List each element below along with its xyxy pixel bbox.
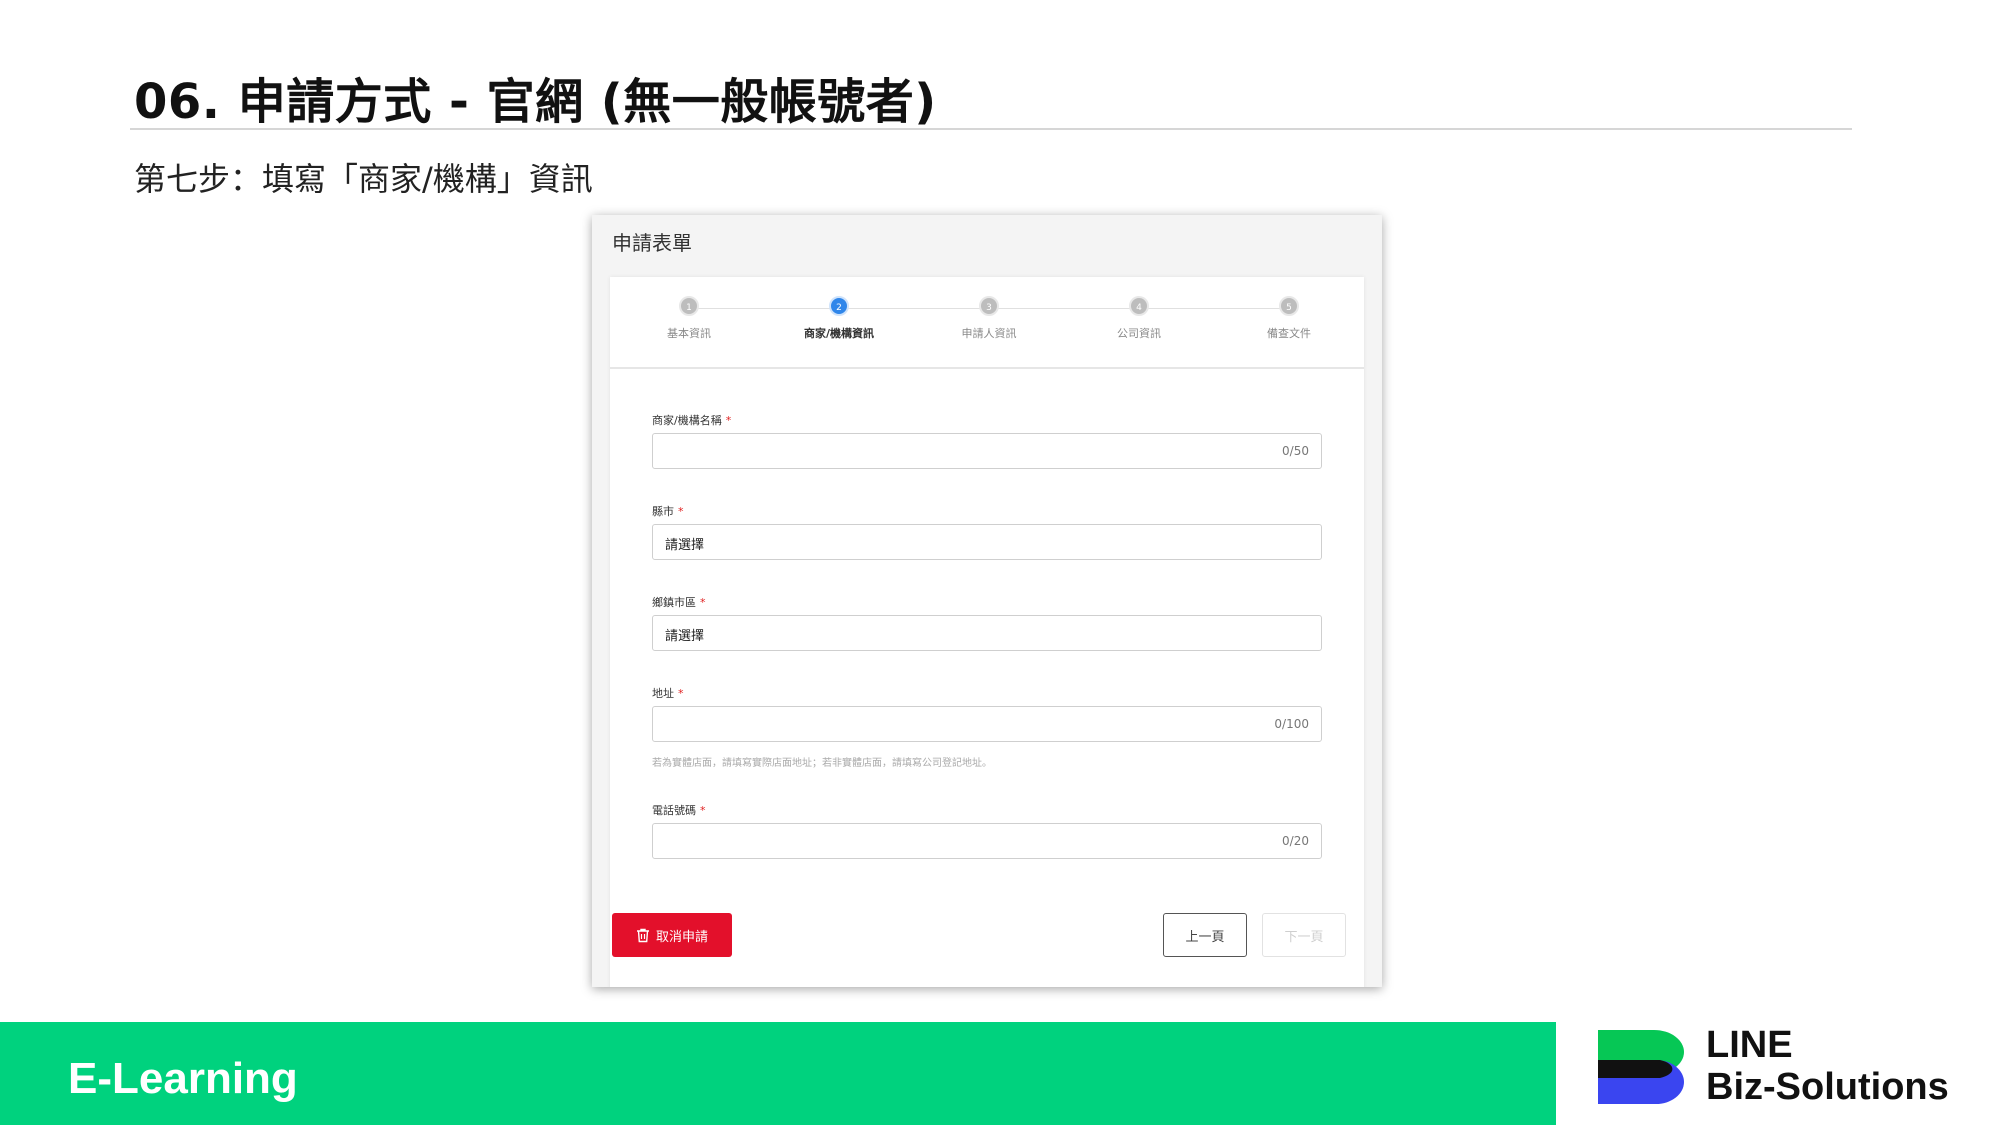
cancel-application-button[interactable]: 取消申請 [612,913,732,957]
step-label: 商家/機構資訊 [803,327,875,340]
phone-label: 電話號碼 * [652,804,706,817]
slide-title: 06. 申請方式 - 官網 (無一般帳號者) [134,74,937,130]
address-input[interactable]: 0/100 [652,706,1322,742]
step-number-2: 2 [829,296,849,316]
step-documents: 5 備查文件 [1214,296,1364,341]
district-select[interactable]: 請選擇 [652,615,1322,651]
slide-subtitle: 第七步：填寫「商家/機構」資訊 [134,160,593,198]
step-label: 公司資訊 [1117,327,1161,340]
step-number-1: 1 [679,296,699,316]
required-mark: * [700,596,706,609]
city-select[interactable]: 請選擇 [652,524,1322,560]
step-number-4: 4 [1129,296,1149,316]
step-number-3: 3 [979,296,999,316]
brand-line-1: LINE [1706,1024,1793,1066]
merchant-name-label: 商家/機構名稱 * [652,414,732,427]
step-merchant-info: 2 商家/機構資訊 [764,296,914,341]
brand-wordmark: LINE Biz-Solutions [1706,1024,1949,1108]
form-header: 申請表單 [612,231,692,255]
brand-line-2: Biz-Solutions [1706,1066,1949,1108]
required-mark: * [678,505,684,518]
phone-input[interactable]: 0/20 [652,823,1322,859]
required-mark: * [725,414,732,427]
step-number-5: 5 [1279,296,1299,316]
trash-icon [636,928,649,942]
select-value: 請選擇 [665,538,705,553]
step-applicant-info: 3 申請人資訊 [914,296,1064,341]
next-page-button[interactable]: 下一頁 [1262,913,1346,957]
required-mark: * [678,687,684,700]
city-label: 縣市 * [652,505,684,518]
char-counter: 0/100 [1274,717,1309,731]
step-basic-info: 1 基本資訊 [614,296,764,341]
title-divider [130,128,1852,130]
address-label: 地址 * [652,687,684,700]
district-label: 鄉鎮市區 * [652,596,706,609]
application-form-window: 申請表單 1 基本資訊 2 商家/機構資訊 3 申請人資訊 4 公司資訊 5 備 [592,215,1382,987]
footer-course-label: E-Learning [68,1054,298,1103]
select-value: 請選擇 [665,629,705,644]
previous-page-button[interactable]: 上一頁 [1163,913,1247,957]
char-counter: 0/20 [1282,834,1309,848]
form-stepper: 1 基本資訊 2 商家/機構資訊 3 申請人資訊 4 公司資訊 5 備查文件 [610,277,1364,369]
cancel-button-label: 取消申請 [655,929,708,945]
step-label: 申請人資訊 [961,327,1017,340]
merchant-name-input[interactable]: 0/50 [652,433,1322,469]
step-label: 備查文件 [1267,327,1311,340]
address-hint: 若為實體店面，請填寫實際店面地址；若非實體店面，請填寫公司登記地址。 [652,758,992,769]
line-biz-logo-icon [1598,1030,1684,1104]
form-card: 1 基本資訊 2 商家/機構資訊 3 申請人資訊 4 公司資訊 5 備查文件 商… [610,277,1364,987]
step-label: 基本資訊 [667,327,711,340]
required-mark: * [700,804,706,817]
step-company-info: 4 公司資訊 [1064,296,1214,341]
char-counter: 0/50 [1282,444,1309,458]
